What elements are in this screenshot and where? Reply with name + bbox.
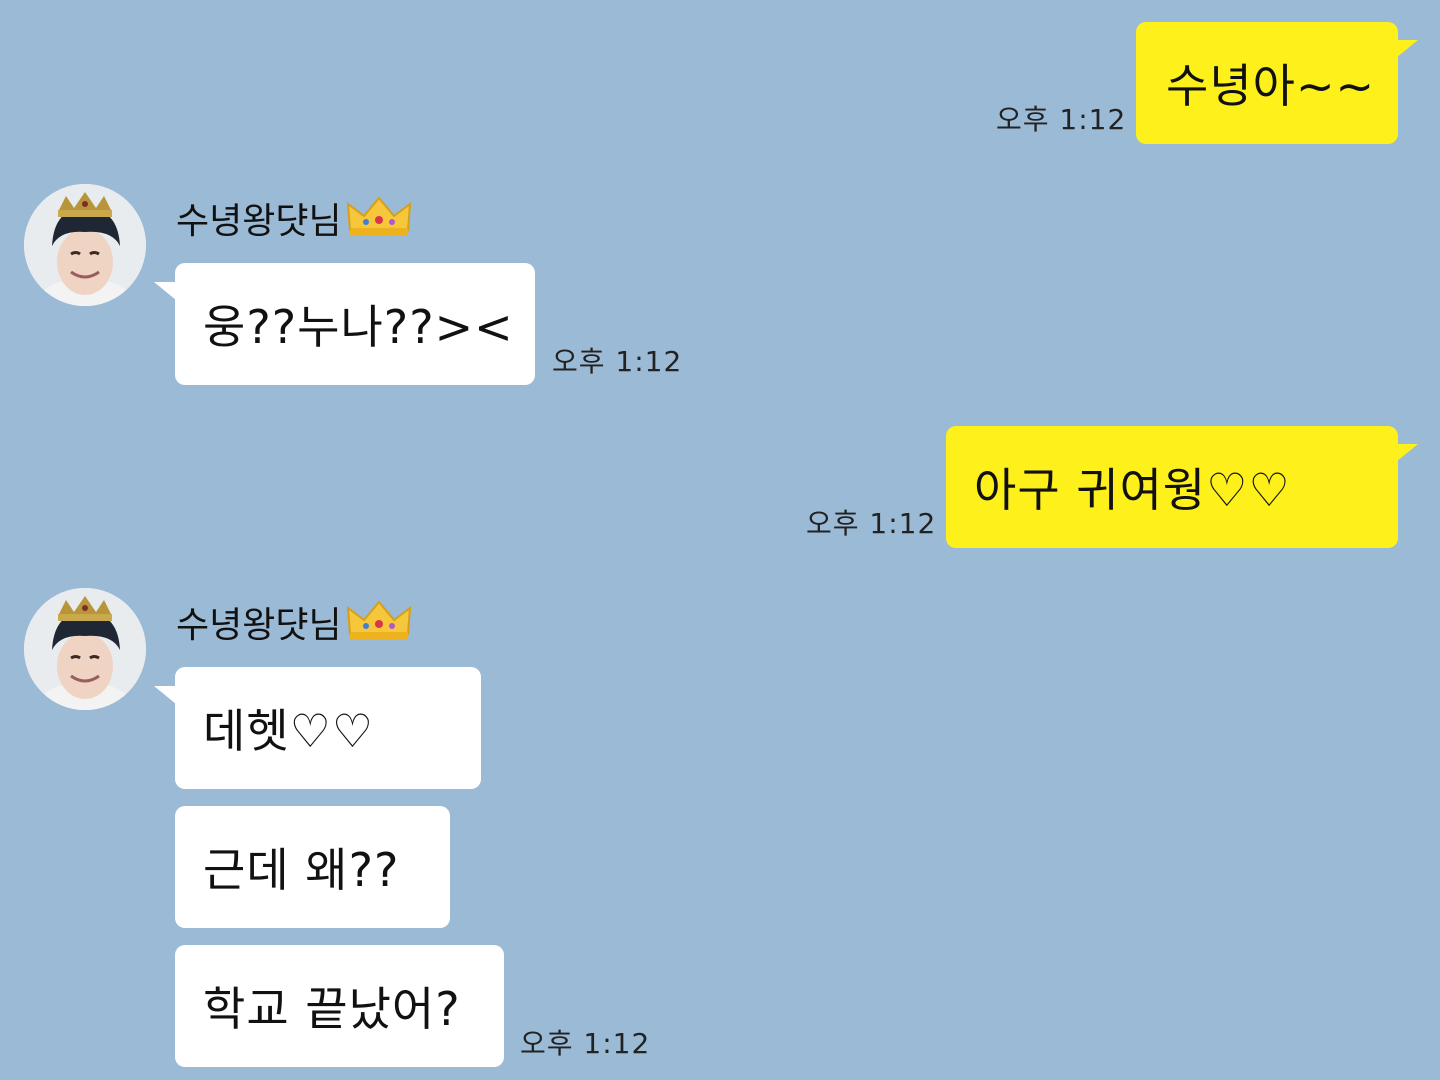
message-text: 수녕아~~ [1166, 59, 1376, 113]
message-time: 오후 1:12 [996, 103, 1127, 136]
sender-name-text: 수녕왕댯님 [176, 605, 342, 646]
avatar[interactable] [24, 184, 146, 306]
sender-name: 수녕왕댯님 [176, 596, 412, 648]
message-time: 오후 1:12 [552, 345, 683, 378]
message-bubble[interactable]: 학교 끝났어? [175, 945, 504, 1067]
message-bubble[interactable]: 수녕아~~ [1136, 22, 1398, 144]
chat-view: 수녕아~~ 오후 1:12 수녕왕댯님 웅??누나??>< 오후 1:12 아구… [0, 0, 1440, 1080]
avatar[interactable] [24, 588, 146, 710]
message-text: 데헷♡♡ [203, 704, 375, 758]
message-bubble[interactable]: 웅??누나??>< [175, 263, 535, 385]
bubble-tail [154, 282, 176, 300]
message-time: 오후 1:12 [806, 507, 937, 540]
message-text: 학교 끝났어? [203, 982, 461, 1036]
message-text: 웅??누나??>< [203, 300, 514, 354]
crown-emoji-icon [346, 600, 411, 640]
profile-photo [24, 588, 146, 710]
message-bubble[interactable]: 근데 왜?? [175, 806, 450, 928]
crown-emoji-icon [346, 196, 411, 236]
sender-name: 수녕왕댯님 [176, 192, 412, 244]
bubble-tail [1396, 40, 1418, 58]
message-bubble[interactable]: 데헷♡♡ [175, 667, 481, 789]
message-bubble[interactable]: 아구 귀여웡♡♡ [946, 426, 1398, 548]
message-text: 아구 귀여웡♡♡ [974, 463, 1291, 517]
sender-name-text: 수녕왕댯님 [176, 201, 342, 242]
message-time: 오후 1:12 [520, 1027, 651, 1060]
bubble-tail [154, 686, 176, 704]
message-text: 근데 왜?? [203, 843, 400, 897]
bubble-tail [1396, 444, 1418, 462]
profile-photo [24, 184, 146, 306]
